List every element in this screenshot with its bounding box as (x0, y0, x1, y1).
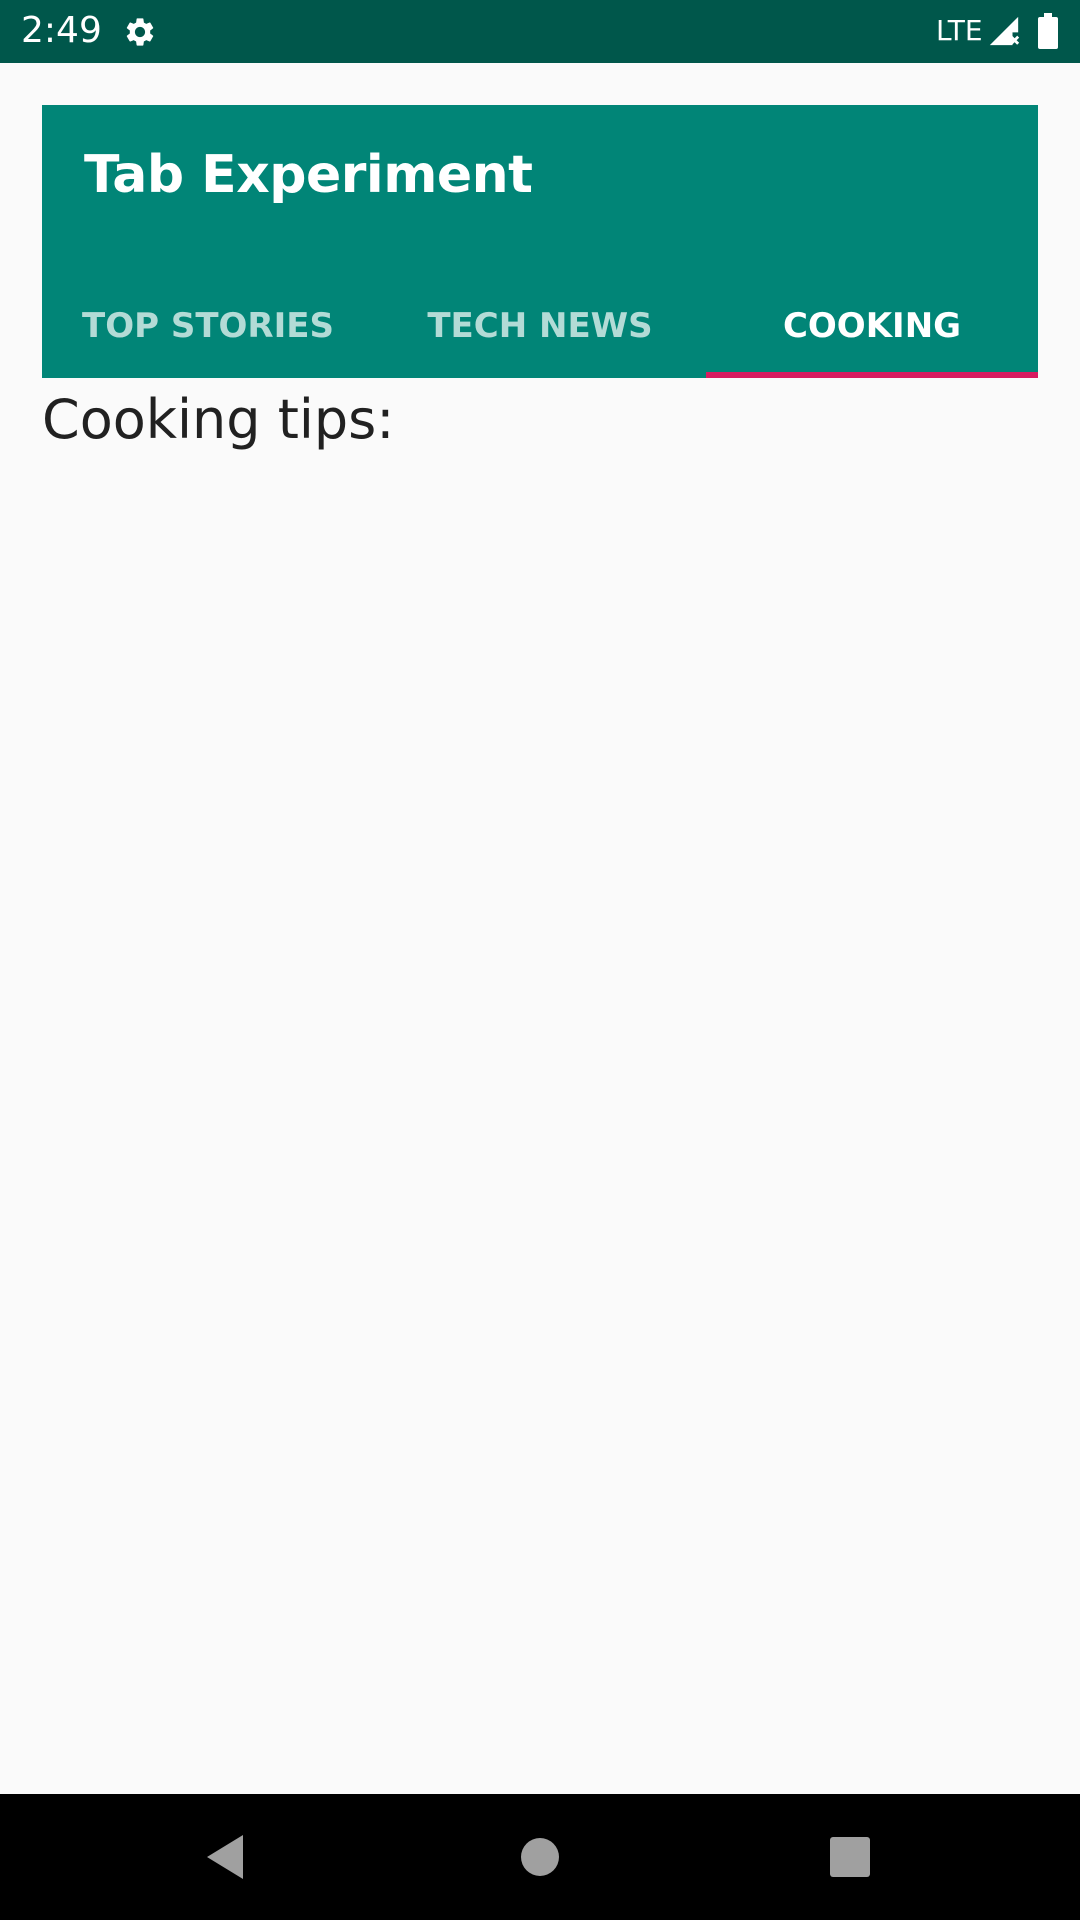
tab-label: TECH NEWS (427, 305, 653, 346)
tab-tech-news[interactable]: TECH NEWS (374, 273, 706, 378)
tab-top-stories[interactable]: TOP STORIES (42, 273, 374, 378)
status-time: 2:49 (21, 10, 102, 51)
app-title: Tab Experiment (84, 145, 533, 205)
gear-icon (126, 18, 154, 46)
tab-bar: TOP STORIES TECH NEWS COOKING (42, 273, 1038, 378)
tab-label: COOKING (782, 305, 962, 346)
tab-label: TOP STORIES (82, 305, 334, 346)
navigation-bar (0, 1794, 1080, 1920)
back-button[interactable] (192, 1824, 258, 1890)
signal-icon (989, 16, 1020, 46)
app-bar: Tab Experiment TOP STORIES TECH NEWS COO… (42, 105, 1038, 378)
battery-icon (1038, 13, 1058, 49)
network-type-label: LTE (936, 14, 983, 47)
back-icon (207, 1835, 243, 1879)
recents-button[interactable] (817, 1824, 883, 1890)
recents-icon (830, 1837, 870, 1877)
home-button[interactable] (507, 1824, 573, 1890)
home-icon (521, 1838, 559, 1876)
content-text: Cooking tips: (42, 388, 395, 451)
status-bar: 2:49 LTE (0, 0, 1080, 63)
tab-cooking[interactable]: COOKING (706, 273, 1038, 378)
